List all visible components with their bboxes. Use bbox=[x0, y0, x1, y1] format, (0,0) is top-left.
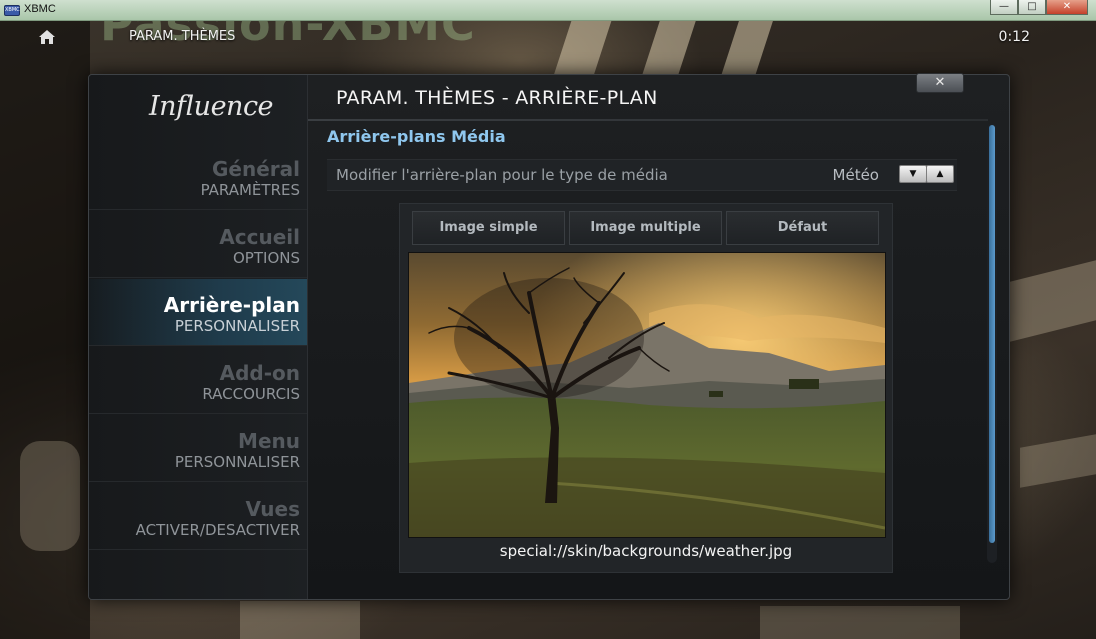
window-close-button[interactable]: ✕ bbox=[1046, 0, 1088, 15]
sidebar-item-vues[interactable]: Vues ACTIVER/DESACTIVER bbox=[89, 483, 307, 550]
sidebar-item-title: Menu bbox=[238, 429, 300, 453]
sidebar-item-accueil[interactable]: Accueil OPTIONS bbox=[89, 211, 307, 278]
spin-up-button[interactable]: ▲ bbox=[926, 165, 954, 183]
background-path: special://skin/backgrounds/weather.jpg bbox=[499, 542, 793, 560]
page-title: PARAM. THÈMES bbox=[129, 29, 236, 44]
sidebar-item-title: Accueil bbox=[219, 225, 300, 249]
sidebar-item-add-on[interactable]: Add-on RACCOURCIS bbox=[89, 347, 307, 414]
setting-value: Météo bbox=[832, 166, 879, 184]
sidebar-item-menu[interactable]: Menu PERSONNALISER bbox=[89, 415, 307, 482]
default-button[interactable]: Défaut bbox=[726, 211, 879, 245]
sidebar-item-title: Arrière-plan bbox=[163, 293, 300, 317]
home-icon[interactable] bbox=[38, 29, 56, 45]
scrollbar-thumb[interactable] bbox=[989, 125, 995, 543]
skin-settings-dialog: Influence Général PARAMÈTRES Accueil OPT… bbox=[88, 74, 1010, 600]
sidebar-item-subtitle: ACTIVER/DESACTIVER bbox=[135, 521, 300, 539]
xbmc-app-icon: XBMC bbox=[4, 5, 20, 16]
sidebar-item-subtitle: RACCOURCIS bbox=[202, 385, 300, 403]
sidebar-item-title: Vues bbox=[245, 497, 300, 521]
setting-label: Modifier l'arrière-plan pour le type de … bbox=[336, 166, 668, 184]
sidebar-item-general[interactable]: Général PARAMÈTRES bbox=[89, 143, 307, 210]
sidebar-item-subtitle: PERSONNALISER bbox=[174, 317, 300, 335]
os-title-bar: XBMC XBMC — □ ✕ bbox=[0, 0, 1096, 21]
background-preview-image bbox=[408, 252, 886, 538]
sidebar-item-subtitle: PERSONNALISER bbox=[174, 453, 300, 471]
title-divider bbox=[308, 119, 988, 121]
spin-down-button[interactable]: ▼ bbox=[899, 165, 927, 183]
media-background-setting[interactable]: Modifier l'arrière-plan pour le type de … bbox=[327, 159, 957, 191]
maximize-button[interactable]: □ bbox=[1018, 0, 1046, 15]
settings-sidebar: Influence Général PARAMÈTRES Accueil OPT… bbox=[89, 75, 308, 599]
minimize-button[interactable]: — bbox=[990, 0, 1018, 15]
influence-logo: Influence bbox=[149, 91, 274, 122]
sidebar-item-title: Général bbox=[212, 157, 300, 181]
window-title: XBMC bbox=[24, 3, 56, 15]
image-multiple-button[interactable]: Image multiple bbox=[569, 211, 722, 245]
dialog-close-button[interactable]: ✕ bbox=[916, 73, 964, 93]
clock: 0:12 bbox=[998, 29, 1030, 45]
image-simple-button[interactable]: Image simple bbox=[412, 211, 565, 245]
section-heading: Arrière-plans Média bbox=[327, 127, 506, 146]
sidebar-item-subtitle: PARAMÈTRES bbox=[200, 181, 300, 199]
background-preview-panel: Image simple Image multiple Défaut speci… bbox=[399, 203, 893, 573]
sidebar-item-title: Add-on bbox=[219, 361, 300, 385]
sidebar-item-subtitle: OPTIONS bbox=[233, 249, 300, 267]
dialog-title: PARAM. THÈMES - ARRIÈRE-PLAN bbox=[336, 87, 658, 109]
window-controls: — □ ✕ bbox=[990, 0, 1088, 16]
sidebar-item-arriere-plan[interactable]: Arrière-plan PERSONNALISER bbox=[89, 279, 307, 346]
